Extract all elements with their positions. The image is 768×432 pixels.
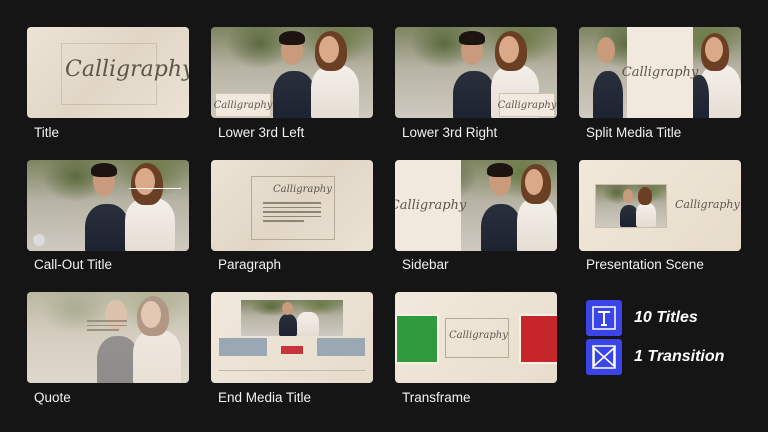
template-title[interactable]: Calligraphy <box>27 27 189 118</box>
template-label-sidebar: Sidebar <box>402 257 449 272</box>
divider <box>219 370 365 371</box>
camera-prop <box>33 234 45 246</box>
template-label-lower-3rd-left: Lower 3rd Left <box>218 125 305 140</box>
template-label-call-out-title: Call-Out Title <box>34 257 113 272</box>
legend-transition: 1 Transition <box>586 339 724 375</box>
woman-figure <box>311 65 359 118</box>
scene-title-text: Calligraphy <box>675 198 740 211</box>
template-label-split-media-title: Split Media Title <box>586 125 682 140</box>
sidebar-panel: Calligraphy <box>395 160 466 251</box>
media-strip-right <box>317 338 365 356</box>
red-frame <box>519 314 557 364</box>
quote-text-lines <box>87 320 127 334</box>
lower-third-card: Calligraphy <box>498 93 556 117</box>
end-media-photo <box>241 300 343 336</box>
template-label-lower-3rd-right: Lower 3rd Right <box>402 125 498 140</box>
quote-overlay <box>27 292 189 383</box>
title-t-icon <box>586 300 622 336</box>
man-figure <box>273 71 315 118</box>
template-label-transframe: Transframe <box>402 390 471 405</box>
green-frame <box>395 314 439 364</box>
template-call-out-title[interactable] <box>27 160 189 251</box>
scene-title-text: Calligraphy <box>449 330 508 341</box>
template-lower-3rd-right[interactable]: Calligraphy <box>395 27 557 118</box>
template-label-quote: Quote <box>34 390 71 405</box>
split-title-panel: Calligraphy <box>622 27 698 118</box>
template-paragraph[interactable]: Calligraphy <box>211 160 373 251</box>
template-quote[interactable] <box>27 292 189 383</box>
template-lower-3rd-left[interactable]: Calligraphy <box>211 27 373 118</box>
legend-titles: 10 Titles <box>586 300 698 336</box>
template-label-paragraph: Paragraph <box>218 257 282 272</box>
template-transframe[interactable]: Calligraphy <box>395 292 557 383</box>
template-split-media-title[interactable]: Calligraphy <box>579 27 741 118</box>
template-presentation-scene[interactable]: Calligraphy <box>579 160 741 251</box>
transition-bowtie-icon <box>586 339 622 375</box>
lower-third-card: Calligraphy <box>214 93 272 117</box>
badge <box>281 346 303 354</box>
scene-title-text: Calligraphy <box>65 57 189 82</box>
scene-title-text: Calligraphy <box>273 184 332 195</box>
template-sidebar[interactable]: Calligraphy <box>395 160 557 251</box>
paragraph-text-lines <box>263 202 321 225</box>
template-label-title: Title <box>34 125 60 140</box>
template-label-presentation-scene: Presentation Scene <box>586 257 704 272</box>
template-browser: Calligraphy Title Calligraphy Lower 3rd … <box>0 0 768 432</box>
template-end-media-title[interactable] <box>211 292 373 383</box>
presentation-photo <box>595 184 667 228</box>
media-strip-left <box>219 338 267 356</box>
template-label-end-media-title: End Media Title <box>218 390 312 405</box>
transition-count: 1 Transition <box>634 348 725 365</box>
callout-line <box>129 188 181 189</box>
titles-count: 10 Titles <box>634 309 698 326</box>
